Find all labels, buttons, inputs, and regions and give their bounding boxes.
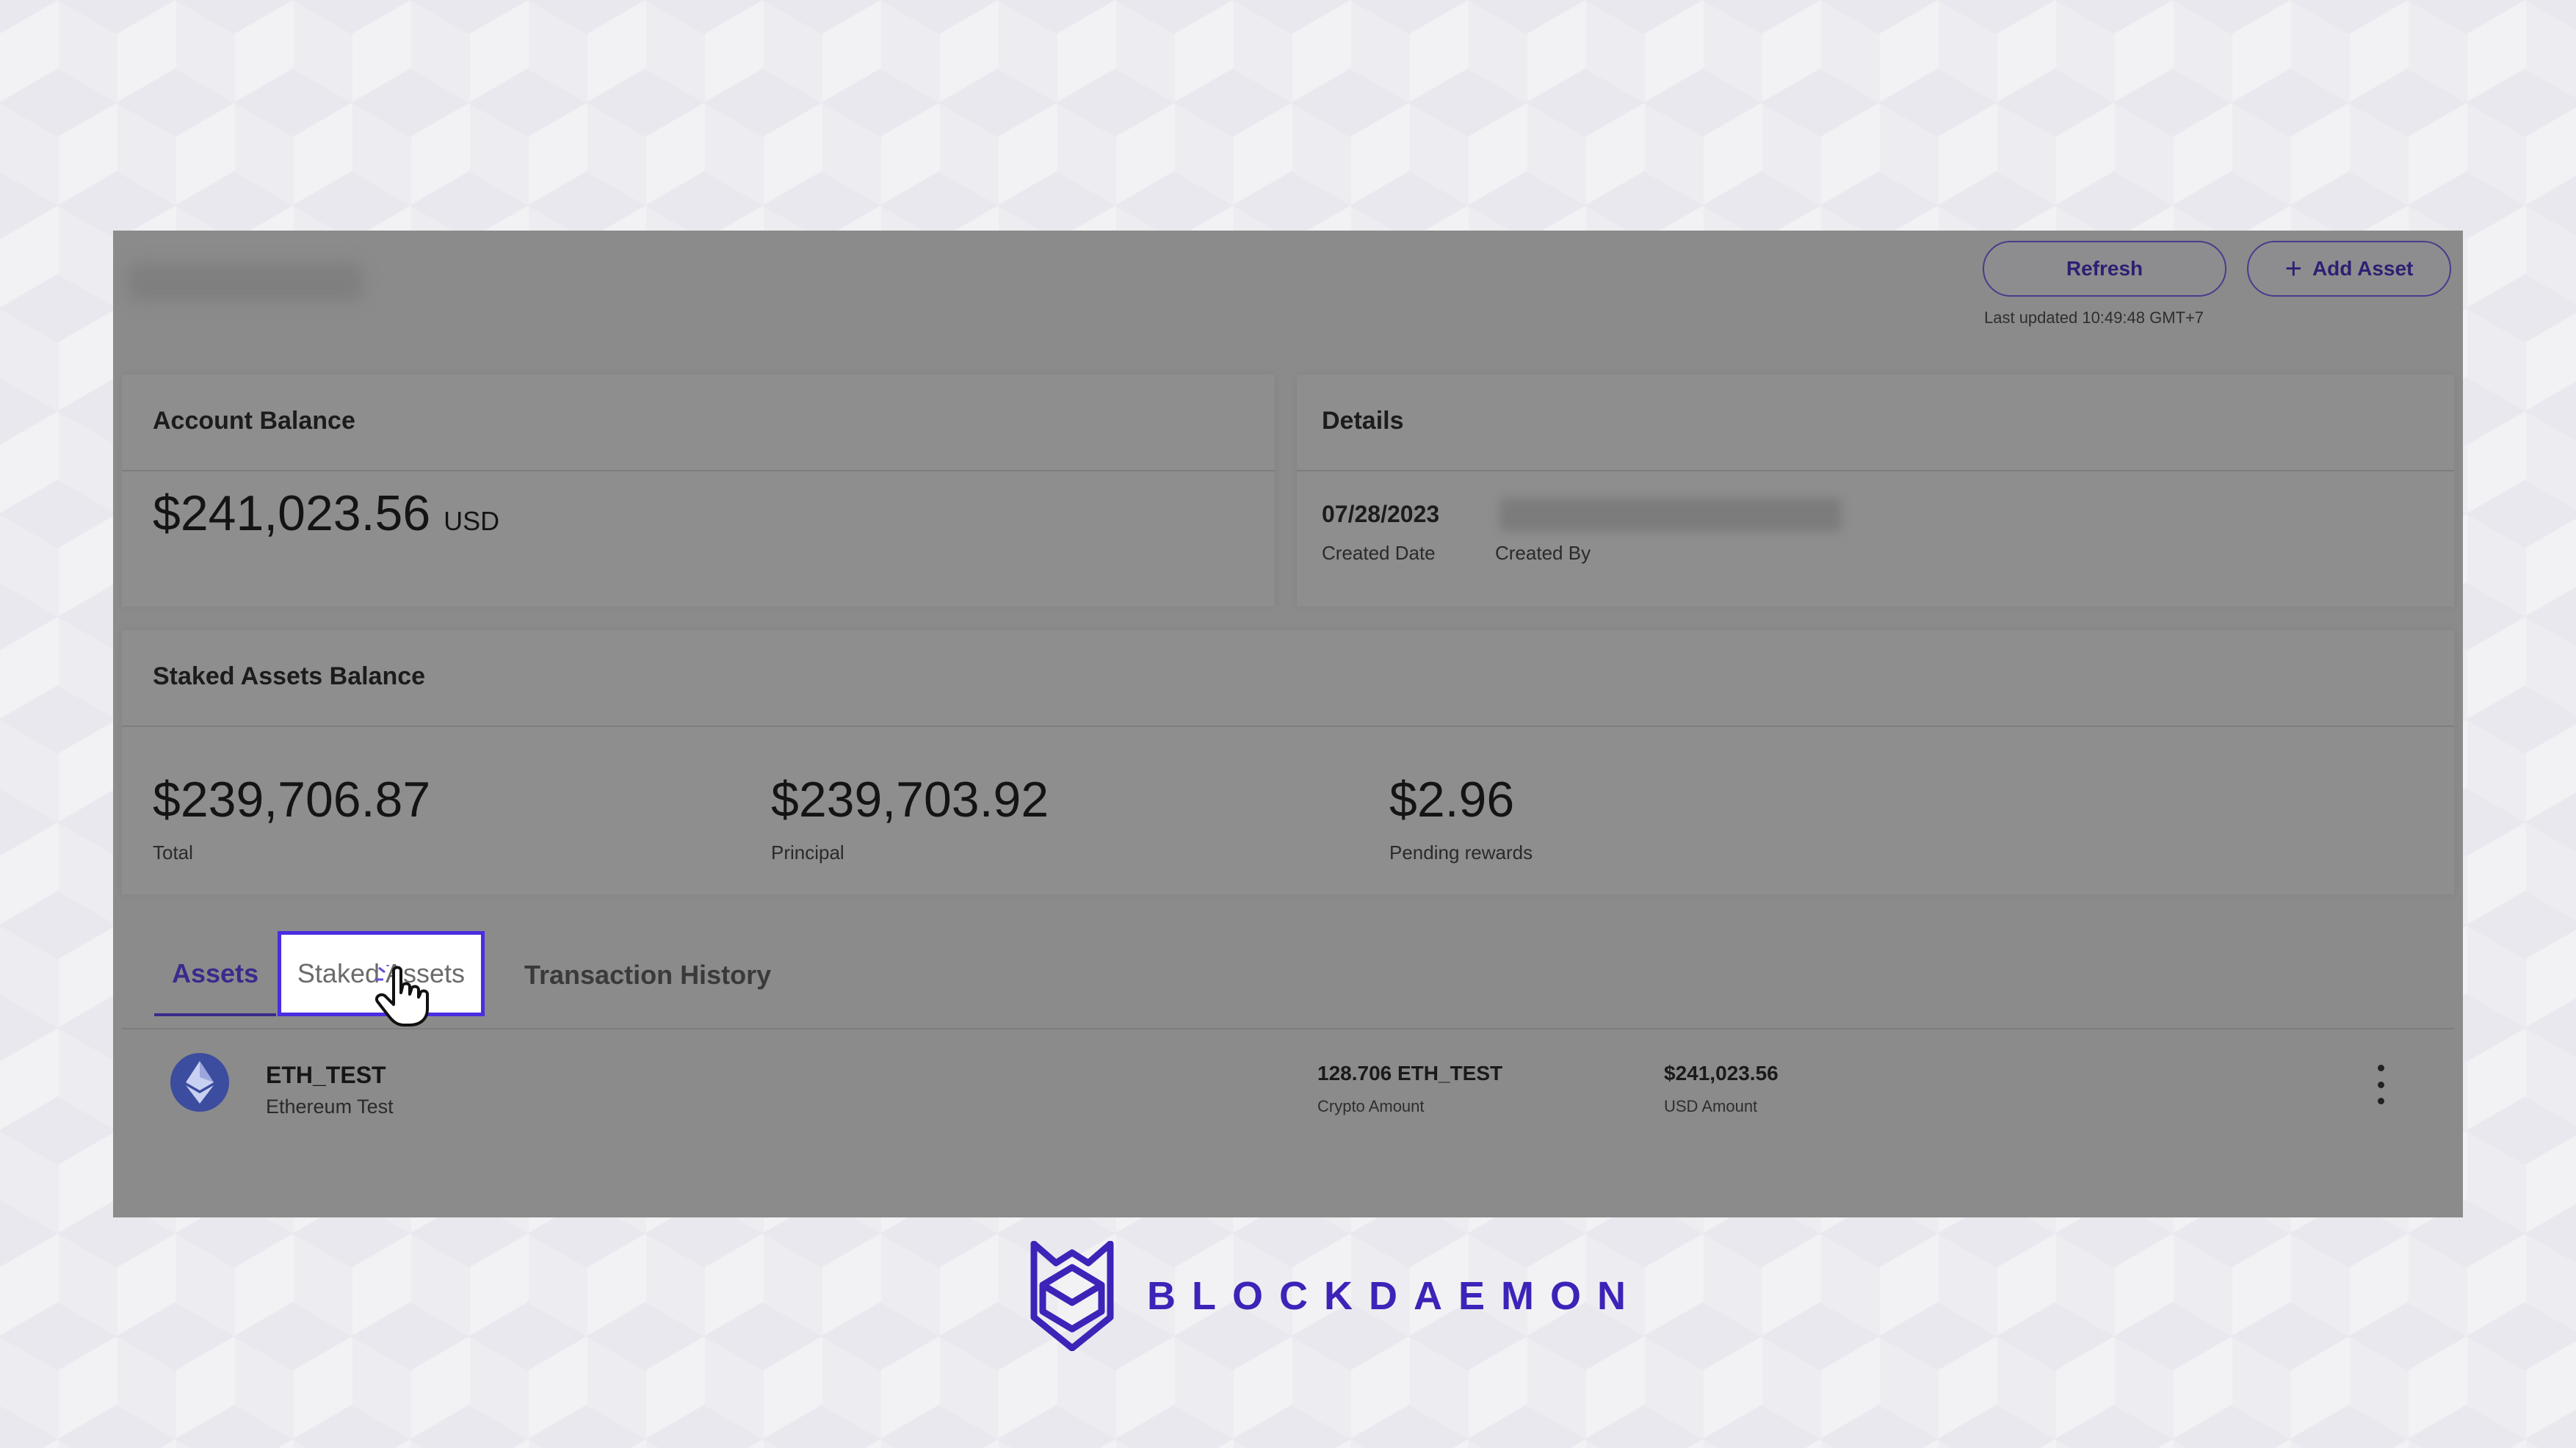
divider xyxy=(122,470,1275,471)
details-card: Details 07/28/2023 Created Date Created … xyxy=(1297,374,2454,607)
more-options-icon[interactable] xyxy=(2376,1065,2385,1104)
tab-transaction-history[interactable]: Transaction History xyxy=(524,934,771,1016)
pending-rewards-value: $2.96 xyxy=(1389,772,1515,828)
divider xyxy=(1297,470,2454,471)
created-by-value-redacted xyxy=(1499,498,1842,532)
created-by-label: Created By xyxy=(1495,542,1591,564)
staked-principal: $239,703.92 Principal xyxy=(771,771,1049,864)
tab-assets[interactable]: Assets xyxy=(154,934,276,1016)
account-balance-card: Account Balance $241,023.56 USD xyxy=(122,374,1275,607)
crypto-amount-value: 128.706 ETH_TEST xyxy=(1317,1062,1503,1085)
asset-name: Ethereum Test xyxy=(266,1096,394,1118)
tabs-divider xyxy=(122,1028,2454,1029)
blockdaemon-logo-icon xyxy=(1030,1241,1114,1351)
divider xyxy=(122,725,2454,727)
usd-amount-label: USD Amount xyxy=(1664,1097,1758,1115)
pending-rewards-label: Pending rewards xyxy=(1389,841,1533,864)
refresh-button[interactable]: Refresh xyxy=(1983,241,2226,297)
staked-total-value: $239,706.87 xyxy=(153,772,431,828)
ethereum-icon xyxy=(170,1053,229,1112)
staked-principal-value: $239,703.92 xyxy=(771,772,1049,828)
account-balance-amount: $241,023.56 USD xyxy=(153,485,499,542)
plus-icon: + xyxy=(2284,253,2302,285)
staked-assets-balance-card: Staked Assets Balance $239,706.87 Total … xyxy=(122,630,2454,894)
account-balance-unit: USD xyxy=(444,506,500,536)
refresh-button-label: Refresh xyxy=(2066,257,2143,280)
created-date-label: Created Date xyxy=(1322,542,1436,564)
table-row[interactable]: ETH_TEST Ethereum Test 128.706 ETH_TEST … xyxy=(122,1038,2454,1126)
last-updated-text: Last updated 10:49:48 GMT+7 xyxy=(1984,308,2204,327)
add-asset-button[interactable]: + Add Asset xyxy=(2247,241,2451,297)
staked-principal-label: Principal xyxy=(771,841,844,864)
asset-symbol: ETH_TEST xyxy=(266,1062,386,1088)
staked-total-label: Total xyxy=(153,841,193,864)
app-screen: Refresh + Add Asset Last updated 10:49:4… xyxy=(113,231,2463,1217)
staked-total: $239,706.87 Total xyxy=(153,771,430,864)
pointer-hand-icon xyxy=(375,965,429,1027)
crypto-amount-label: Crypto Amount xyxy=(1317,1097,1425,1115)
blurred-page-title xyxy=(128,263,363,301)
usd-amount-value: $241,023.56 xyxy=(1664,1062,1779,1085)
staked-pending: $2.96 Pending rewards xyxy=(1389,771,1533,864)
tab-bar: Assets Staked Assets Transaction History xyxy=(144,931,2454,1016)
created-date-value: 07/28/2023 xyxy=(1322,501,1440,527)
brand-name: BLOCKDAEMON xyxy=(1147,1274,1642,1318)
account-balance-title: Account Balance xyxy=(153,407,355,435)
staked-balance-title: Staked Assets Balance xyxy=(153,662,426,690)
add-asset-button-label: Add Asset xyxy=(2312,257,2414,280)
details-title: Details xyxy=(1322,407,1404,435)
account-balance-value: $241,023.56 xyxy=(153,485,431,541)
brand-logo: BLOCKDAEMON xyxy=(1028,1241,1642,1351)
